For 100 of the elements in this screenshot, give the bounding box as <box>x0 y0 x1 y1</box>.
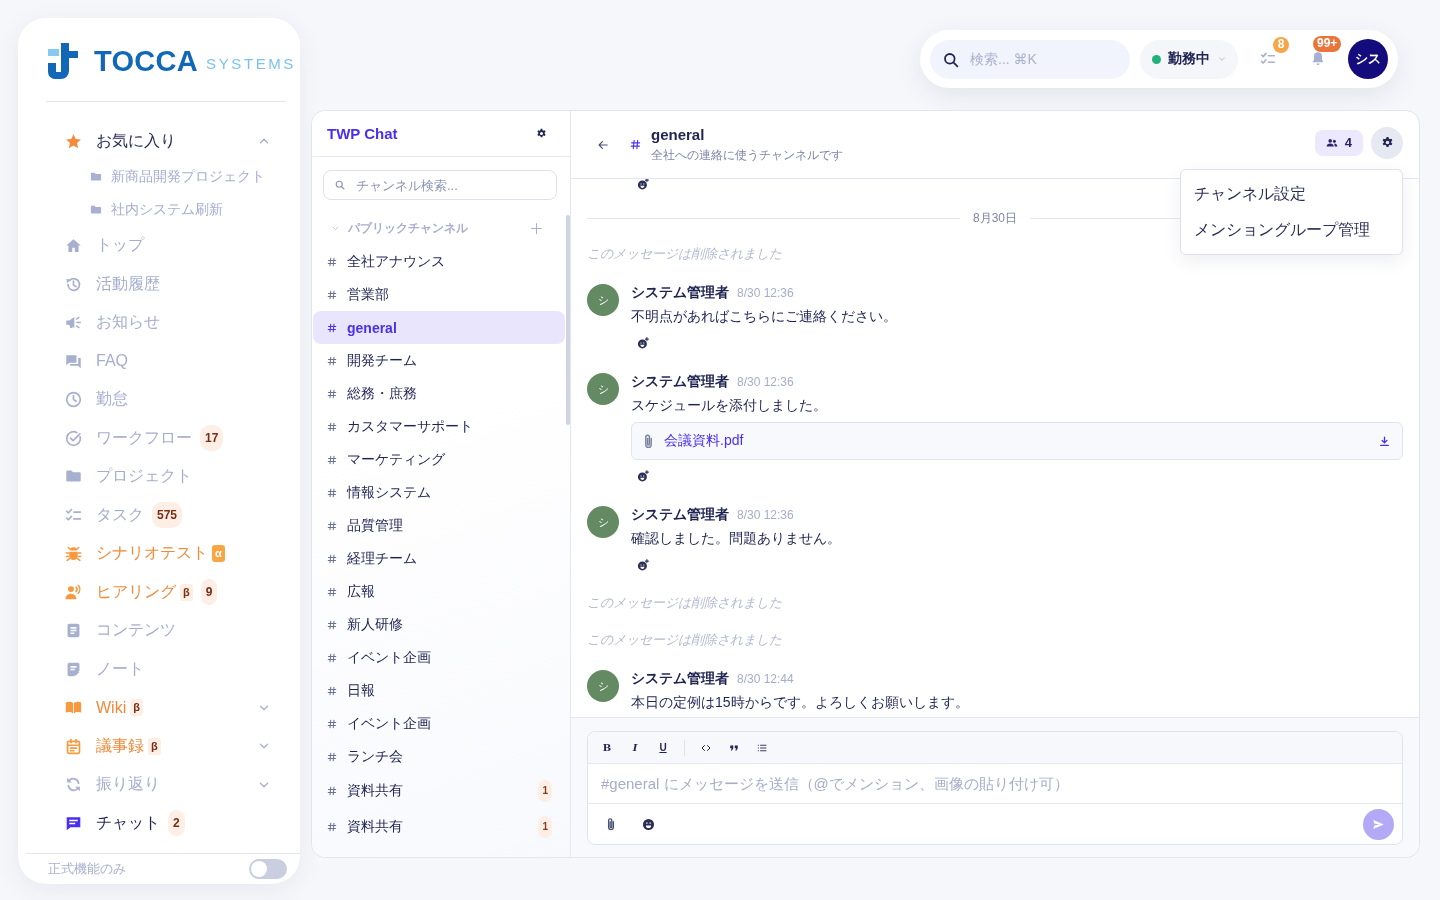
message-text: 本日の定例は15時からです。よろしくお願いします。 <box>631 693 969 712</box>
nav-item[interactable]: ワークフロー 17 <box>18 419 300 458</box>
deleted-message-text: このメッセージは削除されました <box>587 594 782 612</box>
count-badge: 17 <box>200 425 224 452</box>
chat-bubbles-icon <box>65 352 82 370</box>
channel-item[interactable]: 資料共有 1 <box>313 809 565 845</box>
attachment-link[interactable]: 会議資料.pdf <box>664 432 744 450</box>
download-icon[interactable] <box>1379 435 1390 447</box>
add-reaction-icon[interactable] <box>637 559 649 571</box>
list-icon[interactable] <box>757 742 767 753</box>
folder-icon <box>90 204 102 216</box>
channel-item[interactable]: 広報 <box>313 575 565 608</box>
hash-icon <box>327 751 337 762</box>
channel-item[interactable]: カスタマーサポート <box>313 410 565 443</box>
feature-tag: β <box>148 737 161 755</box>
bug-icon <box>65 545 82 563</box>
add-reaction-icon[interactable] <box>637 179 649 190</box>
user-avatar[interactable]: シス <box>1348 39 1388 79</box>
channel-item[interactable]: 品質管理 <box>313 509 565 542</box>
members-button[interactable]: 4 <box>1314 129 1363 156</box>
count-badge: 8 <box>1273 37 1289 53</box>
format-button[interactable]: I <box>621 735 649 760</box>
author-name: システム管理者 <box>631 669 729 688</box>
nav-item[interactable]: タスク 575 <box>18 496 300 535</box>
feature-tag: β <box>130 699 143 717</box>
nav-item[interactable]: チャット 2 <box>18 804 300 843</box>
format-button[interactable]: U <box>649 735 677 760</box>
unread-badge: 1 <box>538 780 552 802</box>
hash-icon <box>327 256 337 267</box>
send-icon <box>1372 817 1385 831</box>
channel-item[interactable]: 情報システム <box>313 476 565 509</box>
user-avatar: シ <box>587 373 619 405</box>
menu-item[interactable]: チャンネル設定 <box>1181 176 1402 212</box>
nav-item[interactable]: ヒアリング β 9 <box>18 573 300 612</box>
status-dropdown[interactable]: 勤務中 <box>1140 39 1238 79</box>
message-time: 8/30 12:36 <box>737 285 794 302</box>
checklist-icon <box>65 506 82 524</box>
deleted-message-text: このメッセージは削除されました <box>587 245 782 263</box>
channel-item[interactable]: 経理チーム <box>313 542 565 575</box>
logo-wordmark: TOCCA <box>94 44 199 78</box>
user-avatar: シ <box>587 506 619 538</box>
date-label: 8月30日 <box>973 209 1017 227</box>
toggle-switch[interactable] <box>249 859 287 879</box>
settings-button[interactable] <box>1371 126 1403 159</box>
format-button[interactable]: B <box>593 735 621 760</box>
channel-item[interactable]: general <box>313 311 565 344</box>
add-reaction-icon[interactable] <box>637 337 649 349</box>
search-field[interactable]: 検索... ⌘K <box>930 39 1130 79</box>
nav-item[interactable]: 議事録 β <box>18 727 300 766</box>
message-time: 8/30 12:44 <box>737 671 794 688</box>
logo-tagline: SYSTEMS <box>206 53 296 72</box>
settings-icon[interactable] <box>536 128 547 139</box>
feature-tag: β <box>180 583 193 601</box>
nav-item[interactable]: Wiki β <box>18 688 300 727</box>
emoji-icon[interactable] <box>642 817 655 831</box>
check-circle-icon <box>65 429 82 447</box>
menu-item[interactable]: メンショングループ管理 <box>1181 212 1402 248</box>
channel-item[interactable]: 総務・庶務 <box>313 377 565 410</box>
search-icon <box>943 51 959 68</box>
checklist-icon[interactable] <box>1260 51 1276 67</box>
channel-item[interactable]: ランチ会 <box>313 740 565 773</box>
settings-icon <box>1380 136 1394 149</box>
code-icon[interactable] <box>701 742 711 753</box>
channel-item[interactable]: 開発チーム <box>313 344 565 377</box>
channel-item[interactable]: 資料共有 1 <box>313 773 565 809</box>
user-avatar: シ <box>587 284 619 316</box>
hash-icon <box>327 718 337 729</box>
channel-item[interactable]: 日報 <box>313 674 565 707</box>
hash-icon <box>327 322 337 333</box>
channel-item[interactable]: イベント企画 <box>313 641 565 674</box>
hash-icon <box>327 289 337 300</box>
channel-title: general <box>651 125 706 143</box>
message-composer[interactable]: B I U #general にメッセージを送信（@でメンション、画像の貼り付け可） <box>587 731 1403 845</box>
message-text: 確認しました。問題ありません。 <box>631 529 841 548</box>
people-icon <box>1325 136 1338 149</box>
count-badge: 2 <box>168 810 185 837</box>
hash-icon <box>327 786 337 796</box>
nav-item[interactable]: お気に入り <box>18 122 300 161</box>
channel-item[interactable]: 新人研修 <box>313 608 565 641</box>
scrollbar[interactable] <box>566 215 570 425</box>
paperclip-icon[interactable] <box>607 817 615 831</box>
feature-tag: α <box>212 545 225 563</box>
add-reaction-icon[interactable] <box>637 470 649 482</box>
channel-item[interactable]: 全社アナウンス <box>313 245 565 278</box>
channel-item[interactable]: イベント企画 <box>313 707 565 740</box>
bell-icon[interactable] <box>1310 51 1326 67</box>
search-icon <box>335 180 345 190</box>
search-field[interactable]: チャンネル検索... <box>323 170 557 200</box>
channel-item[interactable]: 営業部 <box>313 278 565 311</box>
hash-icon <box>327 586 337 597</box>
logo-icon <box>48 43 78 79</box>
chat-icon <box>65 814 82 832</box>
channel-item[interactable]: マーケティング <box>313 443 565 476</box>
back-arrow-icon[interactable] <box>597 138 609 151</box>
panel-title: TWP Chat <box>327 125 398 142</box>
refresh-icon <box>65 776 82 794</box>
hash-icon <box>327 454 337 465</box>
clock-icon <box>65 391 82 409</box>
chevron-icon <box>1217 54 1227 64</box>
user-avatar: シ <box>587 670 619 702</box>
